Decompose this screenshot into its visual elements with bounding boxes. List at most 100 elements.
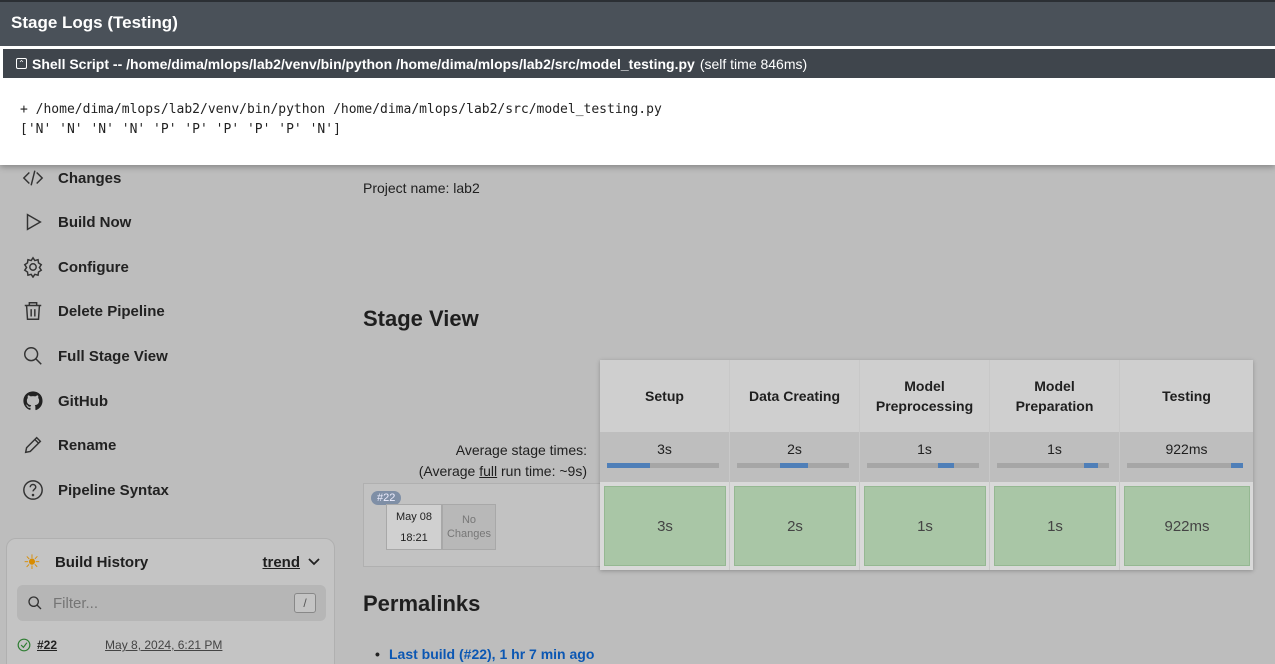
stage-average: 922ms: [1120, 432, 1253, 482]
stage-avg-bar-fill: [937, 463, 955, 468]
stage-avg-time: 1s: [917, 441, 932, 457]
collapse-icon[interactable]: ⌃: [16, 58, 27, 69]
filter-field[interactable]: /: [17, 585, 326, 621]
stage-name: Testing: [1162, 388, 1211, 404]
stage-column: Data Creating 2s 2s: [730, 360, 860, 570]
step-header[interactable]: ⌃ Shell Script -- /home/dima/mlops/lab2/…: [3, 49, 1275, 78]
stage-view-title: Stage View: [363, 306, 479, 331]
stage-header: Model Preprocessing: [860, 360, 989, 432]
stage-avg-bar: [867, 463, 979, 468]
sidebar-item-configure[interactable]: Configure: [22, 252, 129, 282]
log-output: + /home/dima/mlops/lab2/venv/bin/python …: [20, 100, 662, 140]
build-label-cell: #22 May 08 18:21 No Changes: [363, 483, 601, 567]
sidebar-item-label: Changes: [58, 169, 122, 187]
search-icon: [24, 347, 42, 365]
sidebar-item-full-stage-view[interactable]: Full Stage View: [22, 341, 168, 371]
code-icon: [22, 170, 44, 186]
stage-header: Data Creating: [730, 360, 859, 432]
stage-name: Model: [1034, 378, 1075, 394]
stage-name-line2: Preparation: [1015, 398, 1094, 414]
sidebar-item-delete-pipeline[interactable]: Delete Pipeline: [22, 296, 165, 326]
trash-icon: [24, 302, 42, 320]
sidebar-item-changes[interactable]: Changes: [22, 163, 121, 193]
permalink-last-build[interactable]: Last build (#22), 1 hr 7 min ago: [375, 646, 594, 662]
build-date-link[interactable]: May 8, 2024, 6:21 PM: [105, 638, 222, 652]
stage-cell[interactable]: 2s: [734, 486, 856, 566]
play-icon: [26, 213, 42, 231]
changes-line2: Changes: [446, 528, 492, 540]
stage-column: Testing 922ms 922ms: [1120, 360, 1253, 570]
sidebar-item-build-now[interactable]: Build Now: [22, 207, 131, 237]
stage-name: Model: [904, 378, 945, 394]
project-name: Project name: lab2: [363, 180, 480, 196]
stage-column: Model Preprocessing 1s 1s: [860, 360, 990, 570]
sidebar-item-label: Pipeline Syntax: [58, 481, 169, 499]
stage-avg-time: 922ms: [1165, 441, 1208, 457]
trend-dropdown[interactable]: trend: [263, 554, 321, 571]
modal-top-strip: [0, 0, 1275, 2]
avg-full-prefix: (Average: [418, 463, 480, 479]
chevron-down-icon: [308, 558, 320, 566]
permalinks-title: Permalinks: [363, 591, 481, 616]
sidebar-item-label: Configure: [58, 258, 129, 276]
build-history-panel: ☀ Build History trend / #22 May 8, 2024,…: [6, 538, 335, 664]
sidebar-item-label: GitHub: [58, 392, 108, 410]
stage-table: Setup 3s 3s Data Creating 2s 2s Model Pre…: [600, 360, 1253, 570]
modal-title[interactable]: Stage Logs (Testing): [0, 0, 1275, 46]
build-date: May 08: [395, 511, 433, 523]
stage-avg-bar: [997, 463, 1109, 468]
step-self-time: (self time 846ms): [699, 55, 808, 72]
sidebar-item-label: Build Now: [58, 213, 132, 231]
step-command: Shell Script -- /home/dima/mlops/lab2/ve…: [32, 55, 695, 72]
stage-name: Setup: [645, 388, 684, 404]
shortcut-hint: /: [294, 593, 316, 613]
avg-full-word: full: [479, 463, 498, 479]
sun-icon: ☀: [23, 551, 41, 574]
sidebar-item-label: Delete Pipeline: [58, 302, 165, 320]
stage-column: Model Preparation 1s 1s: [990, 360, 1120, 570]
stage-avg-bar-fill: [1231, 463, 1243, 468]
average-times-label: Average stage times: (Average full run t…: [419, 440, 587, 482]
stage-cell[interactable]: 922ms: [1124, 486, 1250, 566]
pencil-icon: [24, 436, 42, 454]
stage-average: 1s: [990, 432, 1119, 482]
stage-avg-bar-fill: [779, 463, 808, 468]
stage-cell[interactable]: 3s: [604, 486, 726, 566]
stage-cell[interactable]: 1s: [994, 486, 1116, 566]
stage-avg-time: 2s: [787, 441, 802, 457]
stage-name: Data Creating: [748, 388, 841, 404]
stage-avg-bar-fill: [607, 463, 650, 468]
build-time: 18:21: [400, 532, 428, 544]
stage-header: Setup: [600, 360, 729, 432]
sidebar-item-label: Full Stage View: [58, 347, 168, 365]
stage-avg-bar: [1127, 463, 1243, 468]
stage-name-line2: Preprocessing: [875, 398, 974, 414]
build-link[interactable]: #22: [37, 638, 57, 652]
stage-average: 3s: [600, 432, 729, 482]
gear-icon: [23, 256, 43, 278]
sidebar-item-github[interactable]: GitHub: [22, 386, 108, 416]
sidebar-item-pipeline-syntax[interactable]: Pipeline Syntax: [22, 475, 169, 505]
sidebar-item-label: Rename: [58, 436, 117, 454]
build-history-header: ☀ Build History trend: [23, 551, 321, 574]
stage-avg-bar: [737, 463, 849, 468]
stage-avg-time: 1s: [1047, 441, 1062, 457]
avg-stage-times: Average stage times:: [455, 442, 587, 458]
build-history-row[interactable]: #22 May 8, 2024, 6:21 PM: [17, 635, 332, 655]
stage-avg-bar: [607, 463, 719, 468]
avg-full-run-time: (Average full run time: ~9s): [419, 461, 587, 482]
stage-header: Model Preparation: [990, 360, 1119, 432]
log-line: + /home/dima/mlops/lab2/venv/bin/python …: [20, 102, 662, 117]
filter-input[interactable]: [53, 594, 273, 612]
stage-avg-time: 3s: [657, 441, 672, 457]
log-line: ['N' 'N' 'N' 'N' 'P' 'P' 'P' 'P' 'P' 'N'…: [20, 122, 341, 137]
stage-column: Setup 3s 3s: [600, 360, 730, 570]
sidebar-item-rename[interactable]: Rename: [22, 430, 116, 460]
github-icon: [23, 391, 43, 411]
stage-average: 1s: [860, 432, 989, 482]
changes-box: No Changes: [442, 504, 496, 550]
stage-header: Testing: [1120, 360, 1253, 432]
stage-average: 2s: [730, 432, 859, 482]
build-number-badge[interactable]: #22: [371, 491, 402, 505]
stage-cell[interactable]: 1s: [864, 486, 986, 566]
